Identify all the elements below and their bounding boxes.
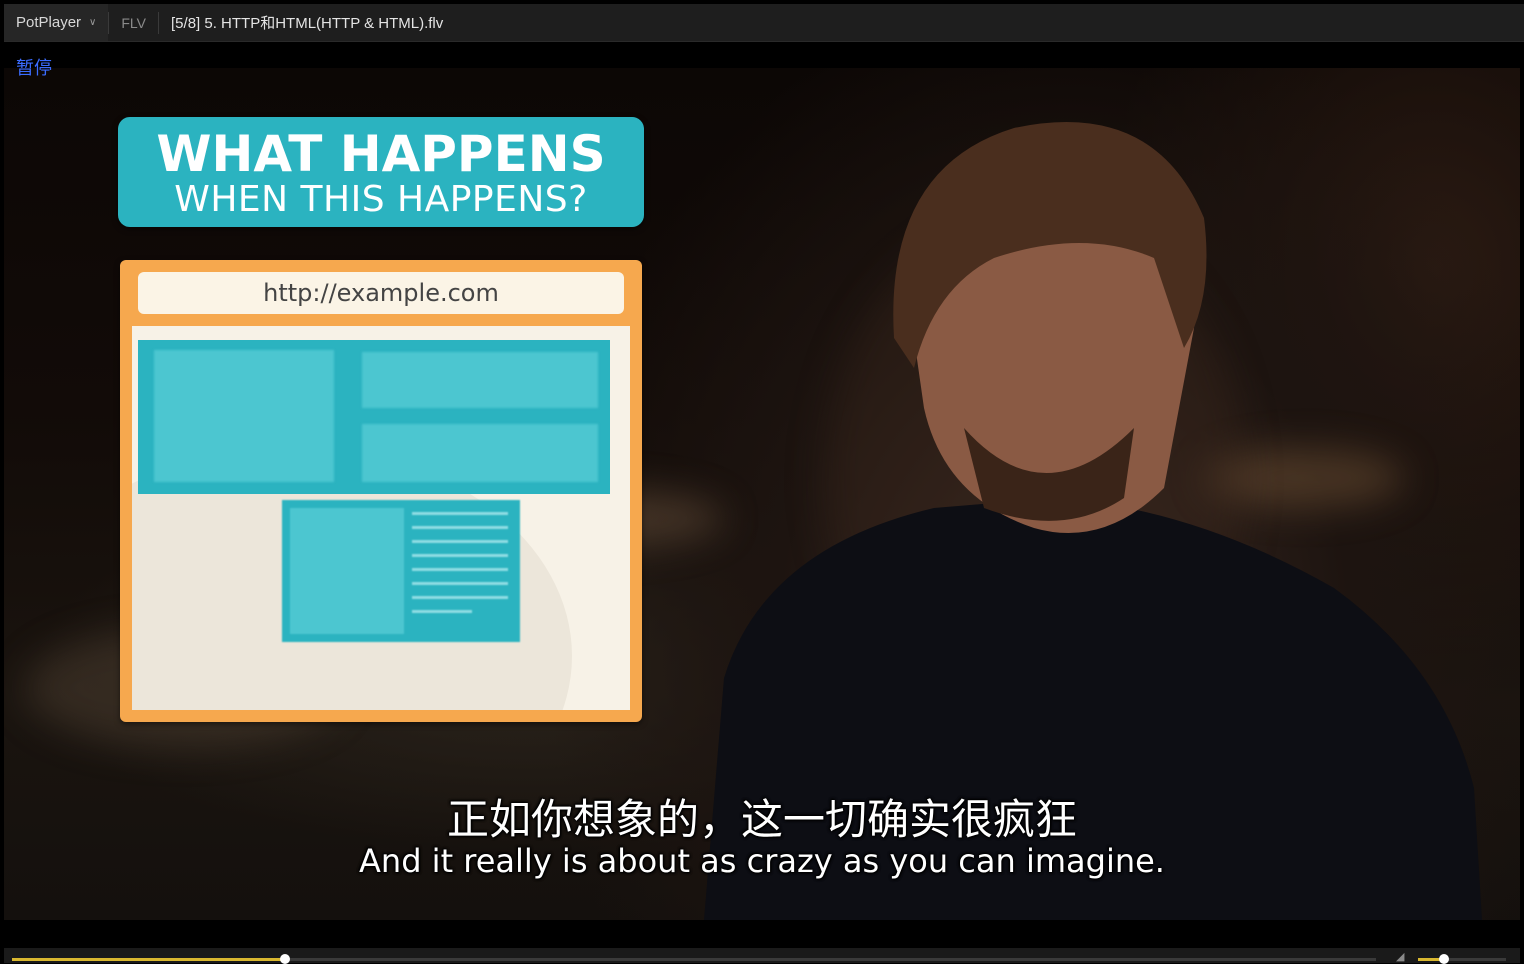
subtitle-chinese: 正如你想象的，这一切确实很疯狂 [446,795,1077,844]
app-menu-button[interactable]: PotPlayer ∨ [4,4,109,41]
volume-slider[interactable] [1418,954,1506,964]
chevron-down-icon: ∨ [89,17,97,28]
video-frame[interactable]: WHAT HAPPENS WHEN THIS HAPPENS? http://e… [4,68,1520,920]
title-bar: PotPlayer ∨ FLV [5/8] 5. HTTP和HTML(HTTP … [4,4,1524,42]
volume-icon[interactable]: ◢ [1396,952,1410,963]
osd-status: 暂停 [16,58,52,79]
format-label: FLV [121,14,147,31]
app-name: PotPlayer [16,14,82,31]
seek-progress [12,958,285,961]
control-bar: ◢ [4,948,1520,964]
file-title: [5/8] 5. HTTP和HTML(HTTP & HTML).flv [171,15,444,32]
subtitle-english: And it really is about as crazy as you c… [359,842,1165,880]
seek-bar[interactable] [12,954,1376,964]
